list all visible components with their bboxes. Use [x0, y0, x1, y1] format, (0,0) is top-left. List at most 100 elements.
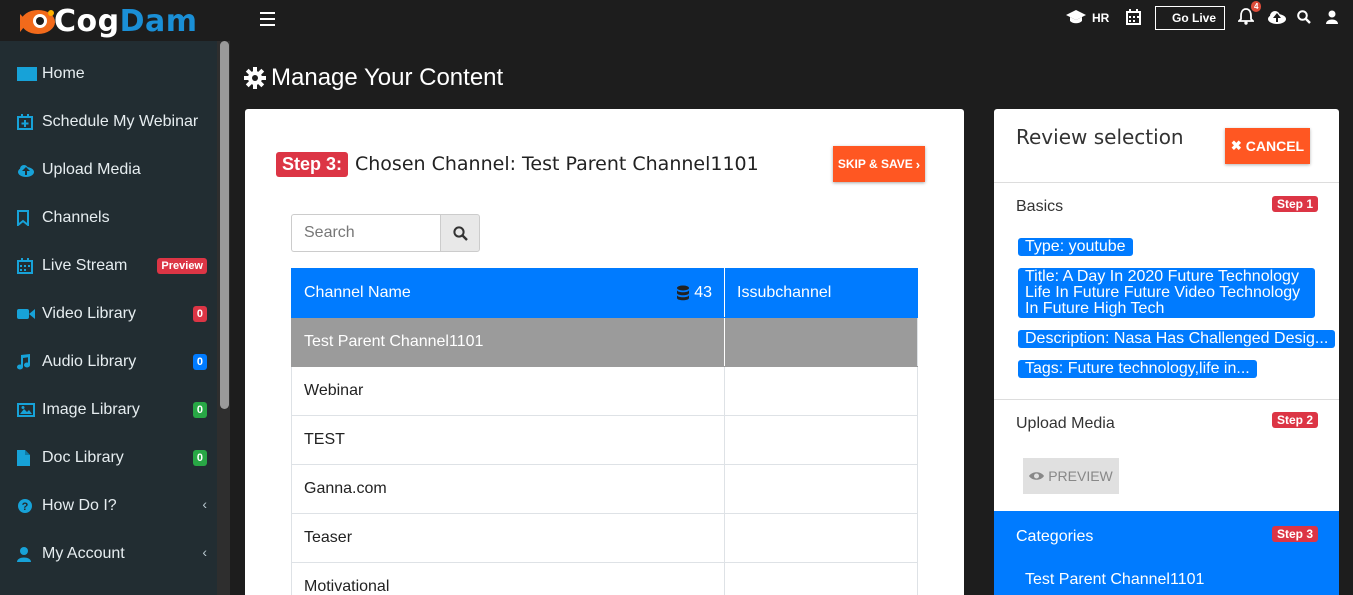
topbar: HR Go Live 4 [230, 0, 1353, 40]
upload-media-title: Upload Media [1016, 415, 1115, 432]
channel-name-cell[interactable]: Teaser [291, 513, 725, 563]
gear-icon [244, 67, 266, 89]
user-icon [17, 545, 37, 563]
sidebar-item-label: Channels [42, 209, 110, 226]
image-icon [17, 401, 37, 419]
type-tag: Type: youtube [1018, 238, 1133, 256]
sidebar-item-how-do-i[interactable]: ? How Do I? ‹ [0, 482, 216, 530]
logo[interactable]: CogDam [18, 2, 198, 40]
channel-name-cell[interactable]: TEST [291, 415, 725, 465]
user-icon[interactable] [1326, 10, 1338, 29]
sidebar-item-label: How Do I? [42, 497, 117, 514]
notification-badge: 4 [1251, 1, 1262, 12]
sidebar-item-label: My Account [42, 545, 125, 562]
search-group [291, 214, 480, 252]
cloud-upload-icon [17, 161, 37, 179]
step-2-badge: Step 2 [1272, 412, 1319, 428]
sidebar-item-channels[interactable]: Channels [0, 194, 216, 242]
page-title-text: Manage Your Content [271, 64, 504, 91]
database-icon [677, 285, 690, 301]
categories-section: Categories Step 3 Test Parent Channel110… [994, 511, 1339, 595]
sidebar-item-video-library[interactable]: Video Library 0 [0, 290, 216, 338]
question-circle-icon: ? [17, 497, 37, 515]
channel-name-cell[interactable]: Test Parent Channel1101 [291, 317, 725, 367]
sidebar-item-label: Schedule My Webinar [42, 113, 199, 130]
step-label: Step 3: [276, 152, 349, 177]
issubchannel-cell [724, 513, 918, 563]
sidebar-item-audio-library[interactable]: Audio Library 0 [0, 338, 216, 386]
calendar-plus-icon [17, 113, 37, 131]
channel-name-cell[interactable]: Motivational [291, 562, 725, 595]
sidebar-item-label: Home [42, 65, 85, 82]
brand-name: CogDam [54, 3, 198, 39]
channel-name-cell[interactable]: Ganna.com [291, 464, 725, 514]
sidebar-item-image-library[interactable]: Image Library 0 [0, 386, 216, 434]
sidebar-item-live-stream[interactable]: Live Stream Preview [0, 242, 216, 290]
table-row[interactable]: Teaser [291, 513, 918, 563]
sidebar-nav: Home Schedule My Webinar Upload Media Ch… [0, 50, 216, 578]
sidebar-item-schedule-webinar[interactable]: Schedule My Webinar [0, 98, 216, 146]
issubchannel-cell [724, 464, 918, 514]
sidebar-item-label: Image Library [42, 401, 140, 418]
sidebar-item-label: Live Stream [42, 257, 128, 274]
search-icon[interactable] [1297, 10, 1311, 29]
sidebar-item-label: Video Library [42, 305, 136, 322]
sidebar-item-my-account[interactable]: My Account ‹ [0, 530, 216, 578]
hr-label[interactable]: HR [1092, 11, 1109, 25]
sidebar-item-doc-library[interactable]: Doc Library 0 [0, 434, 216, 482]
channel-name-header[interactable]: Channel Name 43 [291, 268, 725, 318]
video-camera-icon [17, 305, 37, 323]
issubchannel-cell [724, 366, 918, 416]
review-panel: Review selection ✖ CANCEL Basics Step 1 T… [994, 109, 1339, 595]
svg-text:?: ? [22, 501, 29, 513]
chevron-left-icon: ‹ [202, 544, 207, 560]
sidebar-item-label: Doc Library [42, 449, 124, 466]
title-tag: Title: A Day In 2020 Future Technology L… [1018, 268, 1315, 318]
page-title: Manage Your Content [244, 64, 503, 92]
channel-table: Channel Name 43 Issubchannel Test Parent… [291, 268, 918, 595]
step-3-badge: Step 3 [1272, 526, 1319, 542]
logo-area: CogDam [0, 0, 230, 41]
sidebar-item-label: Audio Library [42, 353, 137, 370]
sidebar-item-upload-media[interactable]: Upload Media [0, 146, 216, 194]
sidebar: CogDam Home Schedule My Webinar Upload M… [0, 0, 230, 595]
count-badge: 0 [192, 402, 207, 418]
categories-title: Categories [1016, 528, 1094, 545]
table-row[interactable]: Webinar [291, 366, 918, 416]
preview-button[interactable]: PREVIEW [1023, 458, 1119, 494]
search-icon [452, 225, 468, 241]
basics-title: Basics [1016, 198, 1064, 215]
fish-logo-icon [20, 10, 55, 34]
table-header-row: Channel Name 43 Issubchannel [291, 268, 918, 318]
review-title: Review selection [1016, 125, 1184, 149]
search-button[interactable] [440, 214, 480, 252]
divider [994, 182, 1339, 183]
description-tag: Description: Nasa Has Challenged Desig..… [1018, 330, 1336, 348]
cancel-button[interactable]: ✖ CANCEL [1225, 128, 1310, 164]
cloud-upload-icon[interactable] [1267, 10, 1287, 29]
calendar-icon[interactable] [1126, 9, 1141, 30]
close-icon: ✖ [1230, 138, 1242, 153]
chosen-channel-text: Chosen Channel: Test Parent Channel1101 [355, 153, 759, 175]
table-row[interactable]: TEST [291, 415, 918, 465]
search-input[interactable] [291, 214, 440, 252]
graduation-cap-icon[interactable] [1066, 9, 1086, 30]
menu-toggle-icon[interactable] [260, 12, 275, 26]
table-row[interactable]: Test Parent Channel1101 [291, 317, 918, 367]
skip-and-save-button[interactable]: SKIP & SAVE › [833, 146, 925, 182]
sidebar-item-home[interactable]: Home [0, 50, 216, 98]
channel-name-cell[interactable]: Webinar [291, 366, 725, 416]
music-note-icon [17, 353, 37, 371]
issubchannel-cell [724, 562, 918, 595]
table-row[interactable]: Ganna.com [291, 464, 918, 514]
sidebar-scroll-thumb[interactable] [220, 41, 229, 409]
table-row[interactable]: Motivational [291, 562, 918, 595]
count-badge: 0 [192, 354, 207, 370]
monitor-icon [17, 65, 37, 83]
issubchannel-header[interactable]: Issubchannel [724, 268, 918, 318]
bookmark-icon [17, 209, 37, 227]
chevron-right-icon: › [915, 156, 921, 172]
bell-icon[interactable] [1236, 8, 1256, 30]
go-live-button[interactable]: Go Live [1155, 6, 1225, 30]
preview-badge: Preview [157, 258, 207, 274]
